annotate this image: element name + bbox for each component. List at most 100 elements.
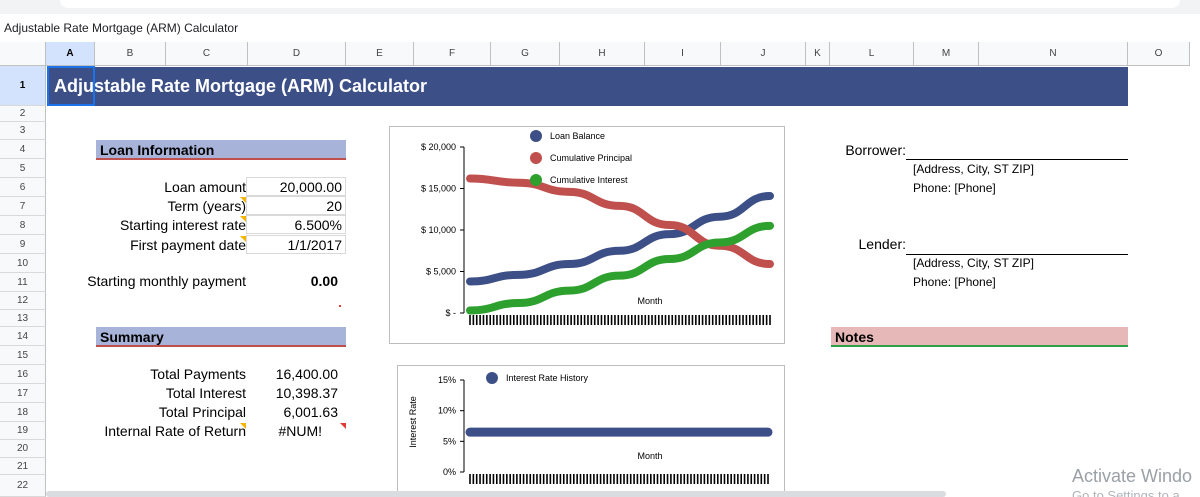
notes-heading: Notes: [831, 327, 1128, 347]
borrower-underline: [906, 159, 1128, 160]
activate-windows-watermark: Activate Windo: [1072, 466, 1193, 486]
comment-marker[interactable]: [240, 216, 246, 222]
row-header-1[interactable]: 1: [0, 66, 46, 106]
total-interest-value: 10,398.37: [275, 385, 338, 401]
loan-amount-value[interactable]: 20,000.00: [246, 179, 342, 195]
lender-phone[interactable]: Phone: [Phone]: [913, 275, 996, 289]
document-title: Adjustable Rate Mortgage (ARM) Calculato…: [4, 21, 239, 35]
term-value[interactable]: 20: [246, 198, 342, 214]
column-header-K[interactable]: K: [806, 42, 830, 66]
rate-chart-svg: 15% 10% 5% 0% Month Interest Rate Interest Rat…: [408, 372, 773, 484]
column-header-G[interactable]: G: [491, 42, 560, 66]
row-header-21[interactable]: 21: [0, 458, 46, 475]
x-tick-band: [469, 474, 769, 484]
row-header-7[interactable]: 7: [0, 197, 46, 216]
column-header-N[interactable]: N: [979, 42, 1128, 66]
row-header-8[interactable]: 8: [0, 216, 46, 235]
lender-label: Lender:: [858, 236, 906, 252]
select-all-corner[interactable]: [0, 42, 46, 66]
comment-marker[interactable]: [240, 197, 246, 203]
irr-label: Internal Rate of Return: [104, 423, 246, 439]
row-header-13[interactable]: 13: [0, 310, 46, 327]
irr-value: #NUM!: [278, 423, 322, 439]
column-header-O[interactable]: O: [1128, 42, 1190, 66]
total-payments-label: Total Payments: [150, 366, 246, 382]
banner-title: Adjustable Rate Mortgage (ARM) Calculato…: [54, 76, 428, 96]
horizontal-scrollbar[interactable]: [46, 491, 946, 497]
total-principal-label: Total Principal: [158, 404, 246, 420]
legend-label-1: Cumulative Principal: [550, 153, 632, 163]
column-header-B[interactable]: B: [95, 42, 166, 66]
row-header-18[interactable]: 18: [0, 403, 46, 422]
loan-amount-label: Loan amount: [164, 179, 246, 195]
y-tick-label: 0%: [443, 467, 456, 477]
legend-marker-0: [486, 372, 498, 384]
browser-top-strip: [0, 0, 1200, 14]
legend-marker-1: [530, 152, 542, 164]
loan-info-heading: Loan Information: [96, 140, 346, 160]
column-header-A[interactable]: A: [46, 42, 95, 66]
document-title-bar: Adjustable Rate Mortgage (ARM) Calculato…: [0, 14, 1200, 42]
row-header-5[interactable]: 5: [0, 159, 46, 178]
column-header-J[interactable]: J: [721, 42, 806, 66]
borrower-phone[interactable]: Phone: [Phone]: [913, 181, 996, 195]
total-principal-value: 6,001.63: [283, 404, 339, 420]
column-header-H[interactable]: H: [560, 42, 645, 66]
column-header-M[interactable]: M: [914, 42, 979, 66]
x-axis-label: Month: [637, 451, 662, 461]
comment-marker[interactable]: [240, 236, 246, 242]
column-header-F[interactable]: F: [414, 42, 491, 66]
column-header-E[interactable]: E: [346, 42, 414, 66]
loan-chart-svg: $ 20,000 $ 15,000 $ 10,000 $ 5,000 $ - Month L…: [421, 130, 774, 325]
row-header-12[interactable]: 12: [0, 292, 46, 310]
legend-label-0: Interest Rate History: [506, 373, 589, 383]
row-header-15[interactable]: 15: [0, 346, 46, 365]
y-tick-label: $ 5,000: [426, 267, 456, 277]
legend-label-2: Cumulative Interest: [550, 175, 628, 185]
borrower-address[interactable]: [Address, City, ST ZIP]: [913, 162, 1034, 176]
total-interest-label: Total Interest: [165, 385, 246, 401]
row-header-10[interactable]: 10: [0, 254, 46, 273]
x-axis-label: Month: [637, 296, 662, 306]
lender-address[interactable]: [Address, City, ST ZIP]: [913, 256, 1034, 270]
total-payments-value: 16,400.00: [275, 366, 338, 382]
term-label: Term (years): [167, 198, 246, 214]
row-header-3[interactable]: 3: [0, 122, 46, 140]
row-header-11[interactable]: 11: [0, 273, 46, 292]
y-tick-label: $ -: [445, 308, 456, 318]
borrower-label: Borrower:: [845, 142, 906, 158]
first-payment-value[interactable]: 1/1/2017: [246, 237, 343, 253]
legend-marker-2: [530, 174, 542, 186]
series-line-2: [466, 221, 774, 315]
column-header-C[interactable]: C: [166, 42, 248, 66]
selected-cell-A1[interactable]: [47, 66, 95, 106]
y-tick-label: $ 10,000: [421, 225, 456, 235]
summary-heading: Summary: [96, 327, 346, 347]
row-header-17[interactable]: 17: [0, 384, 46, 403]
row-header-16[interactable]: 16: [0, 365, 46, 384]
monthly-payment-label: Starting monthly payment: [87, 273, 246, 289]
column-header-I[interactable]: I: [645, 42, 721, 66]
row-header-22[interactable]: 22: [0, 475, 46, 497]
rate-chart[interactable]: 15% 10% 5% 0% Month Interest Rate Interest Rat…: [397, 365, 785, 497]
row-header-4[interactable]: 4: [0, 140, 46, 159]
activate-windows-watermark-sub: Go to Settings to a: [1072, 488, 1180, 497]
loan-chart[interactable]: $ 20,000 $ 15,000 $ 10,000 $ 5,000 $ - Month L…: [389, 126, 785, 344]
row-header-19[interactable]: 19: [0, 422, 46, 440]
x-tick-band: [469, 315, 771, 325]
rate-label: Starting interest rate: [119, 217, 246, 233]
row-header-14[interactable]: 14: [0, 327, 46, 346]
error-marker[interactable]: [340, 423, 346, 429]
spreadsheet-window: { "window": {"title": "Adjustable Rate M…: [0, 0, 1200, 497]
y-tick-label: $ 15,000: [421, 184, 456, 194]
row-header-6[interactable]: 6: [0, 178, 46, 197]
monthly-payment-value: 0.00: [310, 273, 338, 289]
row-header-2[interactable]: 2: [0, 106, 46, 122]
column-header-L[interactable]: L: [830, 42, 914, 66]
y-tick-label: $ 20,000: [421, 142, 456, 152]
row-header-9[interactable]: 9: [0, 235, 46, 254]
rate-value[interactable]: 6.500%: [246, 217, 342, 233]
y-tick-label: 5%: [443, 436, 456, 446]
column-header-D[interactable]: D: [248, 42, 346, 66]
row-header-20[interactable]: 20: [0, 440, 46, 458]
